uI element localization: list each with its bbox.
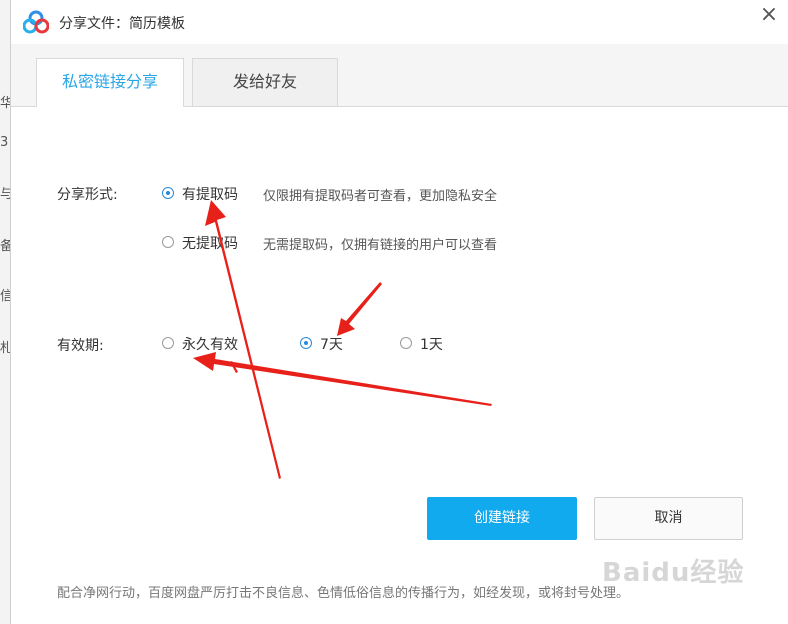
share-form-label: 分享形式: (57, 187, 118, 203)
option-with-code-label[interactable]: 有提取码 (182, 184, 238, 204)
option-permanent-label[interactable]: 永久有效 (182, 334, 238, 354)
radio-1-day[interactable] (400, 337, 412, 349)
create-link-button[interactable]: 创建链接 (427, 497, 577, 540)
radio-7-days[interactable] (300, 337, 312, 349)
option-1-day-label[interactable]: 1天 (420, 334, 443, 354)
baidu-netdisk-logo-icon (23, 10, 49, 34)
radio-with-code[interactable] (162, 187, 174, 199)
background-text: 华 (0, 96, 10, 111)
background-text: 备 (0, 239, 10, 254)
tab-private-link[interactable]: 私密链接分享 (36, 58, 184, 107)
option-without-code-label[interactable]: 无提取码 (182, 233, 238, 253)
close-icon[interactable]: × (755, 2, 783, 30)
cancel-button[interactable]: 取消 (594, 497, 743, 540)
dialog-title: 分享文件：简历模板 (59, 16, 185, 32)
tab-send-to-friend[interactable]: 发给好友 (192, 58, 338, 106)
option-7-days-label[interactable]: 7天 (320, 334, 343, 354)
policy-notice: 配合净网行动，百度网盘严厉打击不良信息、色情低俗信息的传播行为，如经发现，或将封… (57, 586, 630, 601)
validity-label: 有效期: (57, 338, 104, 354)
background-text: 信 (0, 289, 10, 304)
share-dialog: 分享文件：简历模板 × 私密链接分享 发给好友 分享形式: 有提取码 仅限拥有提… (10, 0, 788, 624)
background-text: 与 (0, 187, 10, 202)
radio-permanent[interactable] (162, 337, 174, 349)
option-with-code-description: 仅限拥有提取码者可查看，更加隐私安全 (263, 189, 498, 204)
baidu-jingyan-watermark: Baidu经验 (602, 558, 745, 588)
title-bar[interactable]: 分享文件：简历模板 × (11, 0, 788, 44)
option-without-code-description: 无需提取码，仅拥有链接的用户可以查看 (263, 238, 498, 253)
radio-without-code[interactable] (162, 236, 174, 248)
background-text: 札 (0, 341, 10, 356)
tab-bar: 私密链接分享 发给好友 (11, 44, 788, 107)
background-text: 3 (0, 135, 9, 150)
